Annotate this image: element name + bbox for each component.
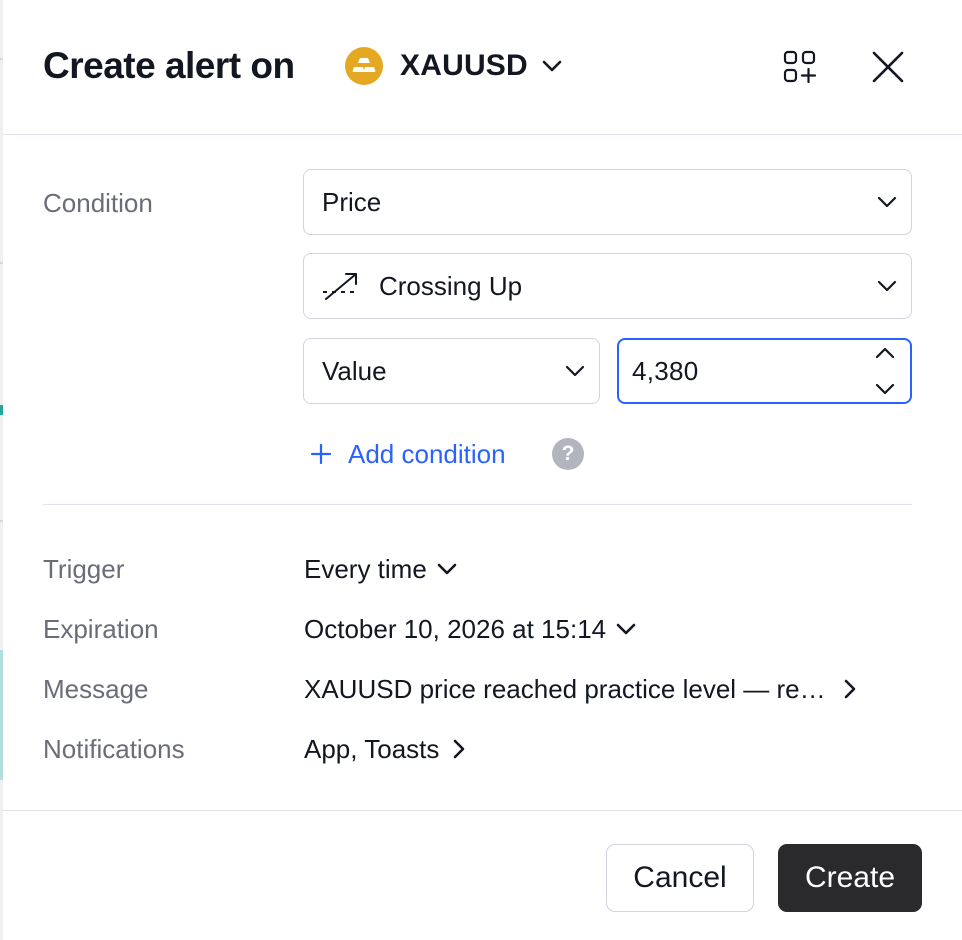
expiration-value: October 10, 2026 at 15:14 (304, 614, 607, 644)
price-value-input[interactable]: 4,380 (617, 338, 912, 404)
price-value-text: 4,380 (632, 356, 699, 386)
crossing-up-icon (322, 271, 360, 301)
add-condition-button[interactable]: Add condition (310, 437, 506, 471)
condition-label: Condition (43, 188, 153, 218)
notifications-link[interactable]: App, Toasts (304, 732, 465, 766)
chevron-down-icon[interactable] (874, 383, 896, 396)
chevron-right-icon (844, 679, 856, 699)
value-type-select[interactable]: Value (303, 338, 600, 404)
chevron-down-icon (616, 623, 636, 635)
chevron-down-icon (565, 365, 585, 377)
create-alert-dialog: Create alert on XAUUSD Condition Price C… (3, 0, 962, 940)
add-condition-label: Add condition (348, 439, 506, 469)
create-button[interactable]: Create (778, 844, 922, 912)
notifications-label: Notifications (43, 734, 185, 764)
chevron-down-icon (542, 60, 562, 72)
chevron-down-icon (877, 196, 897, 208)
message-label: Message (43, 674, 149, 704)
chevron-right-icon (453, 739, 465, 759)
trigger-label: Trigger (43, 554, 125, 584)
cancel-button[interactable]: Cancel (606, 844, 754, 912)
close-icon[interactable] (866, 45, 910, 89)
message-value: XAUUSD price reached practice level — re… (304, 674, 826, 704)
value-type-value: Value (322, 356, 387, 386)
help-icon[interactable]: ? (552, 438, 584, 470)
notifications-value: App, Toasts (304, 734, 440, 764)
chevron-up-icon[interactable] (874, 346, 896, 359)
expiration-label: Expiration (43, 614, 159, 644)
gold-bars-icon (345, 47, 383, 85)
section-divider (43, 504, 912, 505)
value-stepper (872, 346, 898, 396)
trigger-value: Every time (304, 554, 427, 584)
chevron-down-icon (437, 563, 457, 575)
symbol-selector[interactable]: XAUUSD (345, 46, 562, 86)
condition-operator-select[interactable]: Crossing Up (303, 253, 912, 319)
symbol-name: XAUUSD (400, 49, 528, 82)
chevron-down-icon (877, 280, 897, 292)
condition-source-value: Price (322, 187, 382, 217)
add-widget-icon[interactable] (778, 45, 822, 89)
dialog-title: Create alert on (43, 45, 295, 86)
condition-source-select[interactable]: Price (303, 169, 912, 235)
footer-divider (3, 810, 962, 811)
condition-operator-value: Crossing Up (379, 271, 523, 301)
trigger-dropdown[interactable]: Every time (304, 552, 457, 586)
expiration-dropdown[interactable]: October 10, 2026 at 15:14 (304, 612, 636, 646)
plus-icon (310, 443, 332, 465)
dialog-header: Create alert on XAUUSD (3, 0, 962, 135)
message-link[interactable]: XAUUSD price reached practice level — re… (304, 672, 856, 706)
